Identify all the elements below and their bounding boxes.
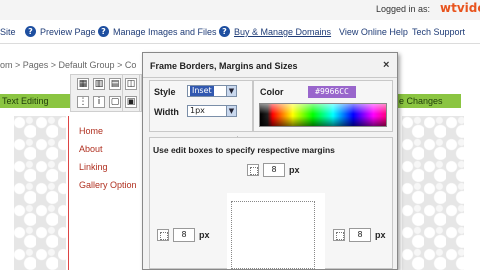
style-group: Style Inset ▼ Width 1px ▼ xyxy=(149,80,253,147)
image-icon[interactable]: ▣ xyxy=(125,96,137,108)
save-changes-tab[interactable]: e Changes xyxy=(395,94,461,108)
main-nav: Site ? Preview Page ? Manage Images and … xyxy=(0,20,480,44)
close-icon[interactable]: × xyxy=(383,59,389,71)
nav-preview-page[interactable]: Preview Page xyxy=(40,27,96,37)
nav-site[interactable]: Site xyxy=(0,27,16,37)
help-icon[interactable]: ? xyxy=(25,26,36,37)
divider xyxy=(143,77,397,78)
site-menu: Home About Linking Gallery Option xyxy=(68,116,142,270)
info-icon[interactable]: i xyxy=(93,96,105,108)
margin-left: 8 px xyxy=(157,228,217,242)
margin-right-input[interactable]: 8 xyxy=(349,228,371,242)
color-palette[interactable] xyxy=(259,103,387,127)
nav-online-help[interactable]: View Online Help xyxy=(339,27,408,37)
margin-left-input[interactable]: 8 xyxy=(173,228,195,242)
dialog-title: Frame Borders, Margins and Sizes xyxy=(150,61,298,71)
frame-icon[interactable]: ▢ xyxy=(109,96,121,108)
margin-right-icon[interactable] xyxy=(333,229,345,241)
style-label: Style xyxy=(154,87,176,97)
page-background xyxy=(402,116,464,270)
help-icon[interactable]: ? xyxy=(219,26,230,37)
editor-toolbar-right: ◫ ▣ xyxy=(122,74,140,112)
top-bar: Logged in as: wtvide xyxy=(0,0,480,20)
margin-top-unit: px xyxy=(289,165,300,175)
nav-manage-images[interactable]: Manage Images and Files xyxy=(113,27,217,37)
columns-icon[interactable]: ▥ xyxy=(93,78,105,90)
menu-item-gallery[interactable]: Gallery Option xyxy=(79,180,137,190)
nav-tech-support[interactable]: Tech Support xyxy=(412,27,465,37)
brand-logo: wtvide xyxy=(440,1,480,15)
margin-top-input[interactable]: 8 xyxy=(263,163,285,177)
margin-left-unit: px xyxy=(199,230,210,240)
split-icon[interactable]: ◫ xyxy=(125,78,137,90)
menu-item-home[interactable]: Home xyxy=(79,126,103,136)
menu-item-linking[interactable]: Linking xyxy=(79,162,108,172)
margin-right-unit: px xyxy=(375,230,386,240)
table-icon[interactable]: ▤ xyxy=(109,78,121,90)
margins-hint: Use edit boxes to specify respective mar… xyxy=(153,145,335,155)
margin-right: 8 px xyxy=(333,228,393,242)
color-label: Color xyxy=(260,87,284,97)
margin-left-icon[interactable] xyxy=(157,229,169,241)
width-value: 1px xyxy=(190,106,205,115)
width-label: Width xyxy=(154,107,179,117)
separator-icon: ⋮ xyxy=(77,96,89,108)
style-select[interactable]: Inset ▼ xyxy=(187,85,237,97)
logged-in-label: Logged in as: xyxy=(376,4,431,14)
page-background xyxy=(14,116,66,270)
help-icon[interactable]: ? xyxy=(98,26,109,37)
margin-top-icon[interactable] xyxy=(247,164,259,176)
layout-icon[interactable]: ▦ xyxy=(77,78,89,90)
breadcrumb: om > Pages > Default Group > Co xyxy=(0,60,137,70)
chevron-down-icon[interactable]: ▼ xyxy=(226,86,236,96)
text-editing-tab[interactable]: Text Editing xyxy=(0,94,70,108)
chevron-down-icon[interactable]: ▼ xyxy=(226,106,236,116)
menu-item-about[interactable]: About xyxy=(79,144,103,154)
frame-preview-border xyxy=(231,201,315,269)
nav-buy-domains[interactable]: Buy & Manage Domains xyxy=(234,27,331,37)
width-select[interactable]: 1px ▼ xyxy=(187,105,237,117)
color-group: Color #9966CC xyxy=(253,80,393,132)
frame-borders-dialog: Frame Borders, Margins and Sizes × Style… xyxy=(142,52,398,270)
color-swatch[interactable]: #9966CC xyxy=(308,86,356,98)
style-value: Inset xyxy=(190,86,214,96)
margin-top: 8 px xyxy=(247,163,307,177)
